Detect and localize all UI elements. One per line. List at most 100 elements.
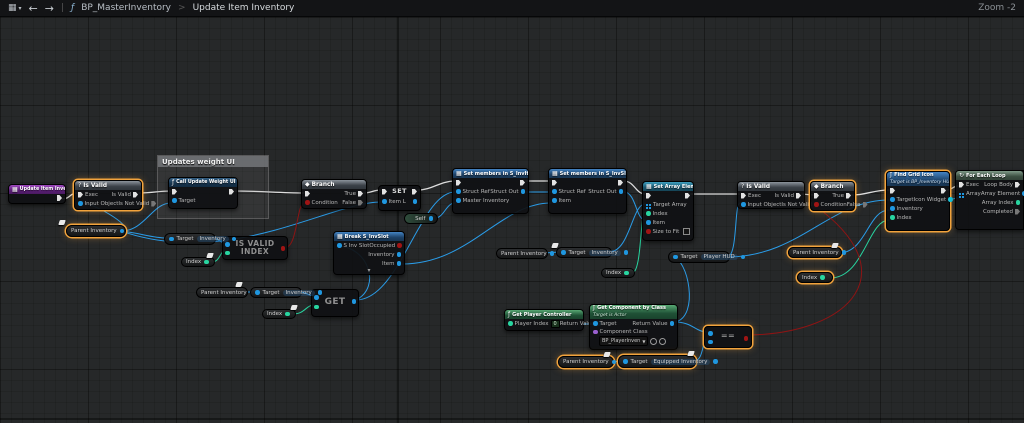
exec-out-pin[interactable] (412, 189, 417, 195)
exec-in-pin[interactable] (172, 189, 177, 195)
variable-in-pin[interactable]: Item L (382, 199, 406, 205)
exec-in-pin[interactable] (890, 188, 895, 194)
var-parent-inventory-5[interactable]: Parent Inventory (558, 356, 614, 368)
return-value-out-pin[interactable]: Return Value (632, 321, 674, 327)
player-index-value[interactable]: 0 (551, 320, 560, 328)
node-equal[interactable]: == (704, 326, 752, 348)
exec-in-pin[interactable] (552, 180, 557, 186)
element-out-pin[interactable] (352, 299, 357, 304)
var-target-equipped-inventory[interactable]: Target Equipped Inventory (618, 355, 696, 368)
completed-out-pin[interactable]: Completed (983, 209, 1020, 215)
var-target-inventory-1[interactable]: Target Inventory (164, 233, 216, 245)
object-out-pin[interactable] (741, 255, 746, 260)
input-object-pin[interactable]: Input Object (78, 201, 118, 207)
master-inventory-pin[interactable]: Master Inventory (456, 198, 509, 204)
var-index-2[interactable]: Index (262, 309, 296, 319)
breadcrumb-current[interactable]: Update Item Inventory (193, 3, 295, 13)
array-in-pin[interactable] (314, 295, 319, 300)
index-pin[interactable]: Index (646, 211, 668, 217)
exec-in-pin[interactable]: Exec (78, 192, 98, 198)
object-out-pin[interactable] (318, 290, 323, 295)
target-pin[interactable]: Target (593, 321, 617, 327)
node-break-s-invslot[interactable]: ▦ Break S_InvSlot S Inv Slot Occupied In… (333, 231, 405, 275)
false-out-pin[interactable]: False (847, 202, 868, 208)
exec-out-pin[interactable] (57, 195, 62, 201)
result-out-pin[interactable] (744, 336, 749, 341)
browse-asset-icon[interactable] (659, 338, 666, 345)
target-array-pin[interactable]: Target Array (646, 202, 687, 208)
forward-button[interactable]: → (45, 2, 54, 15)
target-in-pin[interactable] (169, 237, 174, 242)
int-out-pin[interactable] (624, 271, 629, 276)
player-index-pin[interactable]: Player Index0 (508, 320, 560, 328)
node-get-component-by-class[interactable]: ƒGet Component by Class Target is Actor … (589, 304, 678, 350)
int-out-pin[interactable] (820, 275, 825, 280)
is-valid-out-pin[interactable]: Is Valid (775, 193, 802, 199)
struct-ref-pin[interactable]: Struct Ref (456, 189, 490, 195)
icon-widget-out-pin[interactable]: Icon Widget (914, 197, 953, 203)
occupied-out-pin[interactable]: Occupied (369, 243, 401, 249)
node-set-members-s-invslot[interactable]: ▦ Set members in S_InvSlot Struct Ref St… (548, 168, 627, 214)
struct-out-pin[interactable]: Struct Out (588, 189, 623, 195)
node-branch-1[interactable]: ◆ Branch True Condition False (301, 179, 367, 209)
inventory-out-pin[interactable]: Inventory (368, 252, 401, 258)
loop-body-out-pin[interactable]: Loop Body (984, 182, 1020, 188)
target-in-pin[interactable] (255, 290, 260, 295)
node-update-item-inventory[interactable]: ▦ Update Item Inventory (8, 184, 66, 204)
var-target-player-hud[interactable]: Target Player HUD (668, 251, 730, 263)
target-pin[interactable]: Target (172, 198, 196, 204)
exec-out-pin[interactable] (229, 189, 234, 195)
node-is-valid-2[interactable]: ? Is Valid Exec Is Valid Input Object Is… (737, 181, 805, 209)
node-for-each-loop[interactable]: ↻ For Each Loop Exec Loop Body Array Arr… (955, 170, 1024, 230)
var-index-4[interactable]: Index (797, 272, 833, 283)
object-out-pin[interactable] (550, 251, 555, 256)
struct-out-pin[interactable]: Struct Out (490, 189, 525, 195)
object-out-pin[interactable] (429, 216, 434, 221)
operand-a-pin[interactable] (708, 331, 713, 336)
var-parent-inventory-1[interactable]: Parent Inventory (66, 225, 126, 237)
exec-out-pin[interactable] (941, 188, 946, 194)
node-branch-2[interactable]: ◆ Branch True Condition False (810, 181, 855, 211)
condition-pin[interactable]: Condition (814, 202, 847, 208)
var-parent-inventory-3[interactable]: Parent Inventory (496, 248, 548, 259)
target-in-pin[interactable] (673, 255, 678, 260)
input-object-pin[interactable]: Input Object (741, 202, 781, 208)
node-set-array-elem[interactable]: ▦ Set Array Elem Target Array Index Item… (642, 181, 694, 241)
object-out-pin[interactable] (120, 229, 125, 234)
class-dropdown[interactable]: BP_PlayerInven ▼ (599, 336, 648, 346)
index-in-pin[interactable] (225, 251, 230, 256)
size-to-fit-checkbox[interactable] (683, 228, 690, 235)
true-out-pin[interactable]: True (344, 191, 363, 197)
array-in-pin[interactable] (225, 242, 230, 247)
inventory-pin[interactable]: Inventory (890, 206, 923, 212)
operand-b-pin[interactable] (708, 340, 713, 345)
comment-title[interactable]: Updates weight UI (158, 156, 268, 167)
exec-out-pin[interactable] (685, 193, 690, 199)
var-index-1[interactable]: Index (181, 257, 215, 267)
node-call-update-weight-ui[interactable]: ƒ Call Update Weight UI ✉ Target (168, 177, 238, 209)
object-out-pin[interactable] (612, 360, 617, 365)
false-out-pin[interactable]: False (342, 200, 363, 206)
window-icon[interactable]: ▦ (8, 3, 17, 13)
object-out-pin[interactable] (842, 250, 847, 255)
exec-in-pin[interactable] (456, 180, 461, 186)
index-pin[interactable]: Index (890, 215, 912, 221)
graph-canvas[interactable]: Updates weight UI ▦ Update Item Inventor… (0, 17, 1024, 423)
exec-in-pin[interactable] (646, 193, 651, 199)
is-not-valid-out-pin[interactable]: Is Not Valid (118, 201, 156, 207)
struct-ref-pin[interactable]: Struct Ref (552, 189, 586, 195)
array-element-out-pin[interactable]: Array Element (981, 191, 1024, 197)
back-button[interactable]: ← (29, 2, 38, 15)
node-is-valid-1[interactable]: ? Is Valid Exec Is Valid Input Object Is… (74, 180, 142, 210)
exec-in-pin[interactable]: Exec (741, 193, 761, 199)
node-set-variable[interactable]: SET Item L (378, 185, 421, 211)
int-out-pin[interactable] (285, 312, 290, 317)
chevron-down-icon[interactable]: ▾ (334, 268, 404, 275)
true-out-pin[interactable]: True (832, 193, 851, 199)
object-out-pin[interactable] (713, 359, 718, 364)
s-inv-slot-pin[interactable]: S Inv Slot (337, 243, 369, 249)
object-out-pin[interactable] (624, 250, 629, 255)
var-target-inventory-3[interactable]: Target Inventory (556, 247, 612, 258)
var-target-inventory-2[interactable]: Target Inventory (250, 287, 302, 298)
target-pin[interactable]: Target (890, 197, 914, 203)
